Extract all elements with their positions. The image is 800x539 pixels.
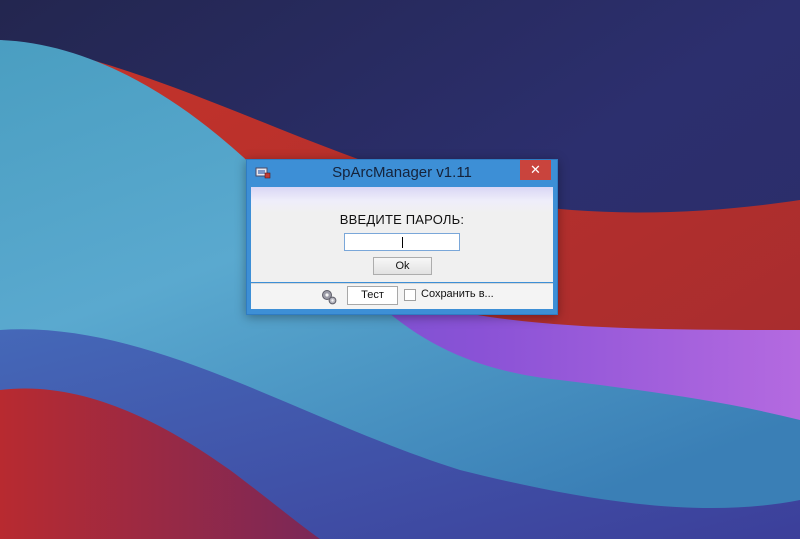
text-caret: [402, 237, 403, 248]
close-button[interactable]: ✕: [520, 160, 551, 180]
test-button[interactable]: Тест: [347, 286, 398, 305]
save-to-label[interactable]: Сохранить в...: [421, 288, 494, 300]
login-panel: ВВЕДИТЕ ПАРОЛЬ: Ok: [251, 187, 553, 282]
gears-icon[interactable]: [320, 288, 338, 306]
window-title: SpArcManager v1.11: [332, 164, 472, 181]
title-bar[interactable]: SpArcManager v1.11 ✕: [247, 160, 557, 186]
password-input[interactable]: [344, 233, 460, 251]
sparcmanager-window: SpArcManager v1.11 ✕ ВВЕДИТЕ ПАРОЛЬ: Ok …: [246, 159, 558, 315]
footer-bar: Тест Сохранить в...: [251, 283, 553, 309]
save-checkbox[interactable]: [404, 289, 416, 301]
ok-button[interactable]: Ok: [373, 257, 432, 275]
computer-lock-icon: [255, 167, 271, 179]
password-prompt: ВВЕДИТЕ ПАРОЛЬ:: [339, 212, 465, 227]
